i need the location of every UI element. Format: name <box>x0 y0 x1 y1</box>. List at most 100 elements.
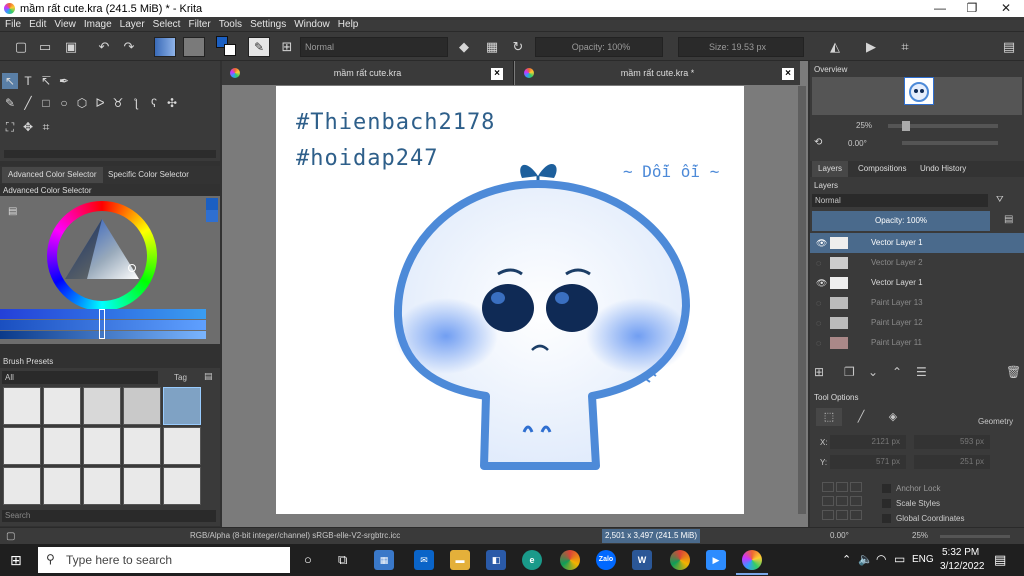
preset-search-input[interactable]: Search <box>2 510 216 522</box>
shape-selection-icon[interactable]: ⬚ <box>816 408 842 426</box>
anchor-top-left[interactable] <box>822 482 834 492</box>
brush-preset-pencil-2[interactable] <box>83 427 121 465</box>
x-position-field[interactable]: 2121 px <box>830 435 906 449</box>
close-tab-1-icon[interactable]: × <box>491 68 503 80</box>
rotate-icon[interactable]: ⟲ <box>814 137 822 148</box>
selector-settings-icon[interactable]: ▤ <box>8 206 17 217</box>
background-color-swatch[interactable] <box>224 44 236 56</box>
anchor-bottom-left[interactable] <box>822 510 834 520</box>
anchor-grid[interactable] <box>822 482 862 522</box>
menu-edit[interactable]: Edit <box>26 19 49 30</box>
minimize-button[interactable]: — <box>924 0 956 17</box>
document-tab-2[interactable]: mầm rất cute.kra * <box>515 61 800 85</box>
brush-preset-fineliner[interactable] <box>163 427 201 465</box>
move-layer-up-icon[interactable]: ⌃ <box>892 365 902 379</box>
menu-file[interactable]: File <box>2 19 24 30</box>
selection-mode-icon[interactable]: ▢ <box>6 529 15 545</box>
fill-icon[interactable]: ◈ <box>880 408 906 426</box>
menu-tools[interactable]: Tools <box>216 19 245 30</box>
global-coordinates-checkbox[interactable] <box>882 514 891 523</box>
status-zoom-slider[interactable] <box>940 535 1010 538</box>
color-picker-handle[interactable] <box>128 264 136 272</box>
visibility-eye-icon[interactable]: 👁 <box>816 273 827 293</box>
task-view-icon[interactable]: ⧉ <box>338 552 347 568</box>
tab-specific-color-selector[interactable]: Specific Color Selector <box>102 167 195 183</box>
tab-undo-history[interactable]: Undo History <box>914 161 972 177</box>
visibility-hidden-icon[interactable]: ◌ <box>816 293 821 313</box>
close-button[interactable]: ✕ <box>990 0 1022 17</box>
polyline-tool-icon[interactable]: ᐅ <box>92 95 108 111</box>
menu-select[interactable]: Select <box>150 19 184 30</box>
blend-mode-dropdown[interactable]: Normal <box>300 37 448 57</box>
microsoft-store-icon[interactable]: ▦ <box>374 550 394 570</box>
brush-preset-marker[interactable] <box>3 427 41 465</box>
layer-opacity-slider[interactable]: Opacity: 100% <box>812 211 990 231</box>
height-field[interactable]: 251 px <box>914 455 990 469</box>
tag-button[interactable]: Tag <box>162 371 198 384</box>
mail-icon[interactable]: ✉ <box>414 550 434 570</box>
image-dimensions[interactable]: 2,501 x 3,497 (241.5 MiB) <box>602 529 701 543</box>
menu-window[interactable]: Window <box>291 19 333 30</box>
opacity-slider[interactable]: Opacity: 100% <box>535 37 663 57</box>
overview-zoom-handle[interactable] <box>902 121 910 131</box>
dynamic-brush-tool-icon[interactable]: ʕ <box>146 95 162 111</box>
overview-panel[interactable] <box>812 77 1022 115</box>
app-icon[interactable]: ◧ <box>486 550 506 570</box>
anchor-bottom[interactable] <box>836 510 848 520</box>
freehand-path-tool-icon[interactable]: ƪ <box>128 95 144 111</box>
layer-row[interactable]: 👁 Vector Layer 1 <box>810 273 1024 293</box>
clock-time[interactable]: 5:32 PM <box>942 547 979 558</box>
tab-compositions[interactable]: Compositions <box>852 161 912 177</box>
recent-color-2[interactable] <box>206 210 218 222</box>
document-tab-1[interactable]: mầm rất cute.kra <box>222 61 514 85</box>
anchor-bottom-right[interactable] <box>850 510 862 520</box>
workspace-grid-icon[interactable]: ⊞ <box>278 38 296 56</box>
taskbar-search-box[interactable]: ⚲ Type here to search <box>38 547 290 573</box>
visibility-hidden-icon[interactable]: ◌ <box>816 313 821 333</box>
cortana-icon[interactable]: ○ <box>304 552 312 567</box>
ellipse-tool-icon[interactable]: ○ <box>56 95 72 111</box>
file-explorer-icon[interactable]: ▬ <box>450 550 470 570</box>
multibrush-tool-icon[interactable]: ✣ <box>164 95 180 111</box>
drawing-canvas[interactable]: #Thienbach2178 #hoidap247 ~ Dỗi ỗi ~ <box>276 86 744 514</box>
calligraphy-tool-icon[interactable]: ✒ <box>56 73 72 89</box>
width-field[interactable]: 593 px <box>914 435 990 449</box>
menu-help[interactable]: Help <box>335 19 362 30</box>
brush-preset-selected[interactable] <box>163 387 201 425</box>
volume-icon[interactable]: 🔈 <box>858 552 873 566</box>
delete-layer-icon[interactable]: 🗑 <box>1006 365 1021 379</box>
menu-image[interactable]: Image <box>81 19 115 30</box>
brush-preset-ink-brush[interactable] <box>163 467 201 505</box>
size-slider[interactable]: Size: 19.53 px <box>678 37 804 57</box>
maximize-button[interactable]: ❐ <box>956 0 988 17</box>
toolbox-scrollbar[interactable] <box>4 150 216 158</box>
gradient-swatch[interactable] <box>154 37 176 57</box>
brush-preset-ink-blot[interactable] <box>123 387 161 425</box>
zoom-icon[interactable]: ▶ <box>706 550 726 570</box>
anchor-left[interactable] <box>822 496 834 506</box>
anchor-top-right[interactable] <box>850 482 862 492</box>
brush-preset-airbrush[interactable] <box>83 387 121 425</box>
visibility-eye-icon[interactable]: 👁 <box>816 233 827 253</box>
tab-advanced-color-selector[interactable]: Advanced Color Selector <box>2 167 103 183</box>
pattern-swatch[interactable] <box>183 37 205 57</box>
brush-preset-pencil-3[interactable] <box>3 467 41 505</box>
wifi-icon[interactable]: ◠ <box>876 552 886 566</box>
word-icon[interactable]: W <box>632 550 652 570</box>
freehand-brush-tool-icon[interactable]: ✎ <box>2 95 18 111</box>
layer-row[interactable]: ◌ Paint Layer 12 <box>810 313 1024 333</box>
docker-toggle-icon[interactable]: ▤ <box>1000 38 1018 56</box>
new-document-icon[interactable]: ▢ <box>12 38 30 56</box>
menu-view[interactable]: View <box>51 19 79 30</box>
stroke-icon[interactable]: ╱ <box>848 408 874 426</box>
preset-filter-dropdown[interactable]: All <box>2 371 158 384</box>
anchor-right[interactable] <box>850 496 862 506</box>
saturation-triangle[interactable] <box>57 211 147 301</box>
brush-preset-eraser[interactable] <box>3 387 41 425</box>
preset-view-icon[interactable]: ▤ <box>204 371 213 382</box>
preserve-alpha-icon[interactable]: ▦ <box>483 38 501 56</box>
scale-styles-checkbox[interactable] <box>882 499 891 508</box>
layer-row[interactable]: 👁 Vector Layer 1 <box>810 233 1024 253</box>
windows-start-icon[interactable]: ⊞ <box>10 552 22 569</box>
krita-taskbar-icon[interactable] <box>742 550 762 570</box>
